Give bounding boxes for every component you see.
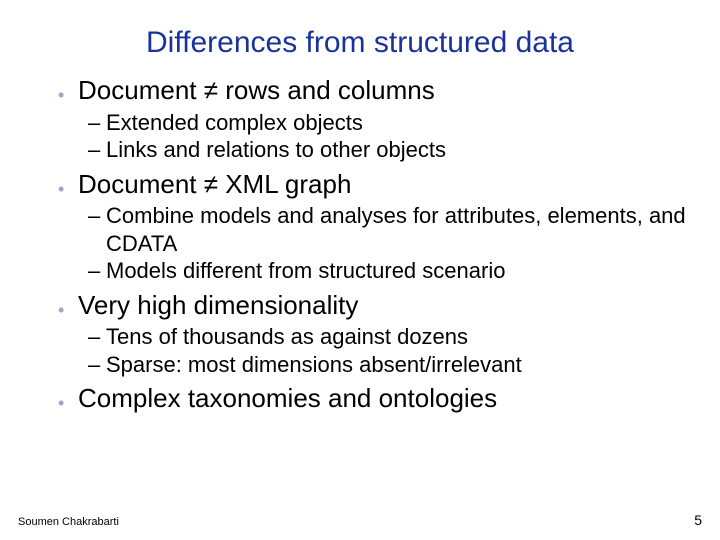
bullet-text: Document ≠ XML graph	[78, 168, 351, 201]
slide: Differences from structured data • Docum…	[0, 0, 720, 540]
dash-icon: –	[88, 110, 106, 136]
footer-author: Soumen Chakrabarti	[18, 516, 119, 528]
bullet-item: • Document ≠ XML graph	[58, 168, 692, 201]
dash-icon: –	[88, 203, 106, 229]
bullet-text: Complex taxonomies and ontologies	[78, 382, 497, 415]
page-number: 5	[694, 512, 702, 528]
sub-bullet-item: – Models different from structured scena…	[88, 257, 692, 285]
sub-bullet-item: – Tens of thousands as against dozens	[88, 323, 692, 351]
sub-bullet-item: – Sparse: most dimensions absent/irrelev…	[88, 351, 692, 379]
bullet-text: Document ≠ rows and columns	[78, 74, 435, 107]
bullet-icon: •	[58, 180, 78, 198]
sub-bullet-item: – Extended complex objects	[88, 109, 692, 137]
bullet-item: • Very high dimensionality	[58, 289, 692, 322]
bullet-icon: •	[58, 86, 78, 104]
dash-icon: –	[88, 324, 106, 350]
sub-bullet-item: – Combine models and analyses for attrib…	[88, 202, 692, 257]
dash-icon: –	[88, 258, 106, 284]
sub-bullet-text: Extended complex objects	[106, 109, 363, 137]
bullet-item: • Complex taxonomies and ontologies	[58, 382, 692, 415]
slide-title: Differences from structured data	[18, 26, 702, 60]
sub-bullet-text: Models different from structured scenari…	[106, 257, 505, 285]
footer: Soumen Chakrabarti 5	[18, 512, 702, 528]
dash-icon: –	[88, 352, 106, 378]
bullet-item: • Document ≠ rows and columns	[58, 74, 692, 107]
bullet-icon: •	[58, 301, 78, 319]
bullet-text: Very high dimensionality	[78, 289, 358, 322]
sub-bullet-text: Sparse: most dimensions absent/irrelevan…	[106, 351, 522, 379]
sub-bullet-text: Links and relations to other objects	[106, 136, 446, 164]
dash-icon: –	[88, 137, 106, 163]
bullet-icon: •	[58, 394, 78, 412]
sub-bullet-item: – Links and relations to other objects	[88, 136, 692, 164]
sub-bullet-text: Combine models and analyses for attribut…	[106, 202, 692, 257]
sub-bullet-text: Tens of thousands as against dozens	[106, 323, 468, 351]
content-area: • Document ≠ rows and columns – Extended…	[18, 74, 702, 415]
